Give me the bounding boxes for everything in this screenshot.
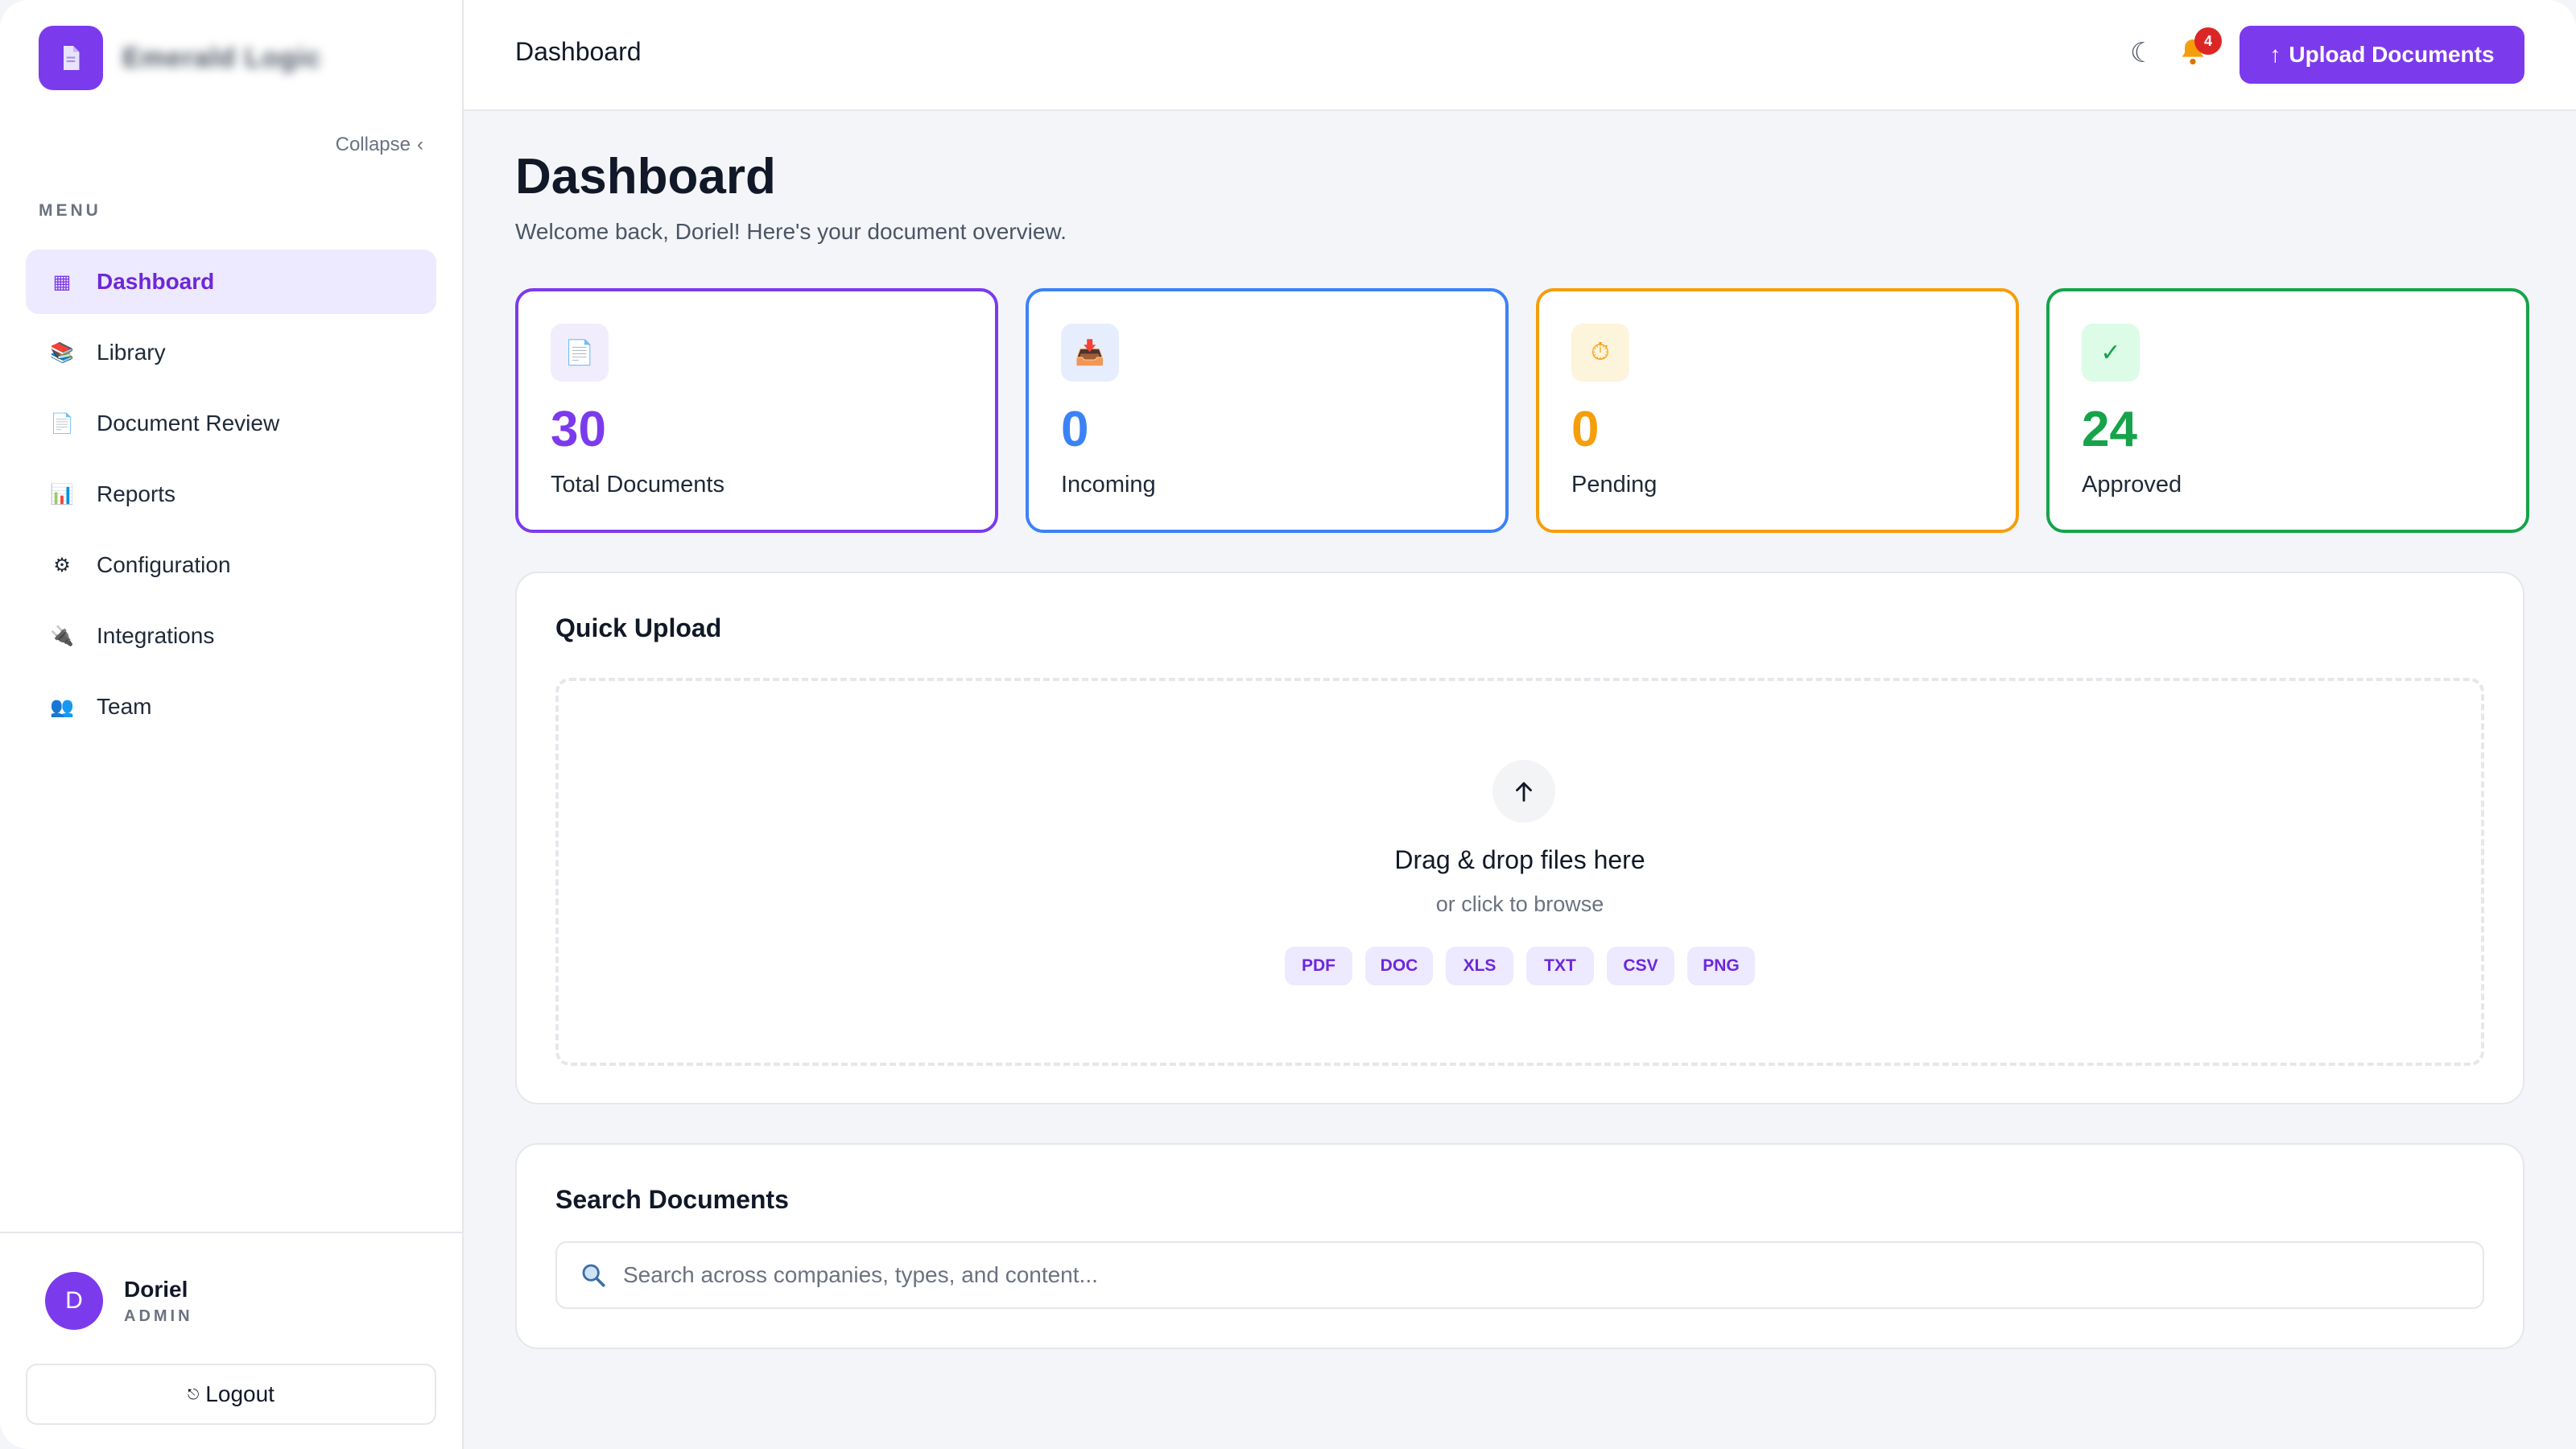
sidebar-item-dashboard[interactable]: ▦ Dashboard [26, 250, 436, 314]
avatar: D [45, 1272, 103, 1330]
collapse-button[interactable]: Collapse ‹ [336, 134, 423, 156]
sidebar-item-label: Team [97, 694, 152, 719]
stat-card-total-documents[interactable]: 📄 30 Total Documents [515, 288, 998, 533]
brand-name: Emerald Logic [122, 42, 322, 73]
upload-documents-button[interactable]: ↑ Upload Documents [2240, 26, 2524, 84]
file-type-list: PDF DOC XLS TXT CSV PNG [559, 947, 2481, 985]
sidebar-item-team[interactable]: 👥 Team [26, 675, 436, 739]
books-icon: 📚 [50, 341, 74, 364]
stat-value: 24 [2082, 402, 2137, 457]
search-icon [582, 1264, 605, 1287]
stat-label: Incoming [1061, 472, 1156, 497]
file-type-badge: DOC [1365, 947, 1433, 985]
search-documents-card: Search Documents [515, 1143, 2524, 1349]
logout-label: Logout [205, 1381, 275, 1406]
page-subtitle: Welcome back, Doriel! Here's your docume… [515, 219, 1067, 244]
grid-icon: ▦ [52, 270, 72, 293]
sidebar-item-label: Document Review [97, 411, 280, 436]
notification-badge: 4 [2194, 27, 2222, 55]
stat-label: Pending [1571, 472, 1657, 497]
stat-value: 30 [551, 402, 606, 457]
sidebar-footer: D Doriel ADMIN ⎋ Logout [0, 1232, 462, 1425]
chevron-left-icon: ‹ [417, 134, 423, 155]
sidebar-item-library[interactable]: 📚 Library [26, 320, 436, 385]
file-type-badge: TXT [1526, 947, 1594, 985]
stat-value: 0 [1061, 402, 1089, 457]
document-icon: 📄 [50, 412, 74, 435]
stat-label: Approved [2082, 472, 2182, 497]
logout-button[interactable]: ⎋ Logout [26, 1364, 436, 1425]
upload-button-label: Upload Documents [2289, 42, 2495, 67]
stat-label: Total Documents [551, 472, 724, 497]
user-role: ADMIN [124, 1307, 193, 1325]
user-name: Doriel [124, 1276, 188, 1302]
arrow-up-icon: ↑ [2269, 42, 2281, 67]
user-info: Doriel ADMIN [124, 1277, 193, 1326]
user-profile[interactable]: D Doriel ADMIN [45, 1272, 193, 1330]
file-type-badge: XLS [1446, 947, 1513, 985]
search-documents-title: Search Documents [555, 1185, 789, 1214]
file-type-badge: PNG [1687, 947, 1755, 985]
page-title: Dashboard [515, 149, 776, 204]
notifications-button[interactable]: 4 [2177, 27, 2222, 72]
sidebar-item-reports[interactable]: 📊 Reports [26, 462, 436, 526]
plug-icon: 🔌 [50, 625, 74, 647]
document-icon: 📄 [551, 324, 609, 382]
sidebar-item-label: Reports [97, 481, 176, 506]
users-icon: 👥 [50, 696, 74, 718]
app-window: Emerald Logic Collapse ‹ MENU ▦ Dashboar… [0, 0, 2576, 1449]
stat-card-incoming[interactable]: 📥 0 Incoming [1026, 288, 1509, 533]
sidebar-item-document-review[interactable]: 📄 Document Review [26, 391, 436, 456]
stopwatch-icon: ⏱ [1571, 324, 1629, 382]
dropzone-subtitle: or click to browse [1435, 892, 1604, 916]
gear-icon: ⚙ [53, 554, 71, 576]
topbar-title: Dashboard [515, 37, 642, 66]
bar-chart-icon: 📊 [50, 483, 74, 506]
sidebar-item-label: Integrations [97, 623, 215, 648]
document-logo-icon [39, 26, 103, 90]
sidebar-item-configuration[interactable]: ⚙ Configuration [26, 533, 436, 597]
sidebar: Emerald Logic Collapse ‹ MENU ▦ Dashboar… [0, 0, 464, 1449]
sidebar-item-label: Library [97, 340, 166, 365]
search-box[interactable] [555, 1241, 2484, 1309]
inbox-tray-icon: 📥 [1061, 324, 1119, 382]
stat-card-pending[interactable]: ⏱ 0 Pending [1536, 288, 2019, 533]
topbar: Dashboard ☾ 4 ↑ Upload Documents [464, 0, 2576, 111]
logout-icon: ⎋ [188, 1385, 200, 1402]
sidebar-nav: ▦ Dashboard 📚 Library 📄 Document Review … [26, 250, 436, 745]
brand[interactable]: Emerald Logic [39, 26, 321, 90]
menu-section-label: MENU [39, 201, 101, 220]
quick-upload-title: Quick Upload [555, 613, 722, 642]
collapse-label: Collapse [335, 134, 411, 155]
moon-icon[interactable]: ☾ [2130, 37, 2154, 69]
search-input[interactable] [623, 1262, 2483, 1288]
stats-row: 📄 30 Total Documents 📥 0 Incoming ⏱ 0 Pe… [515, 288, 2529, 533]
sidebar-item-label: Configuration [97, 552, 231, 577]
file-type-badge: CSV [1607, 947, 1674, 985]
upload-arrow-icon [1492, 760, 1555, 823]
main-content: Dashboard ☾ 4 ↑ Upload Documents Dashboa… [464, 0, 2576, 1449]
dropzone-title: Drag & drop files here [1394, 845, 1645, 874]
stat-value: 0 [1571, 402, 1600, 457]
check-icon: ✓ [2082, 324, 2140, 382]
sidebar-item-label: Dashboard [97, 269, 215, 294]
sidebar-item-integrations[interactable]: 🔌 Integrations [26, 604, 436, 668]
file-dropzone[interactable]: Drag & drop files here or click to brows… [555, 678, 2484, 1066]
quick-upload-card: Quick Upload Drag & drop files here or c… [515, 572, 2524, 1104]
file-type-badge: PDF [1285, 947, 1352, 985]
stat-card-approved[interactable]: ✓ 24 Approved [2046, 288, 2529, 533]
